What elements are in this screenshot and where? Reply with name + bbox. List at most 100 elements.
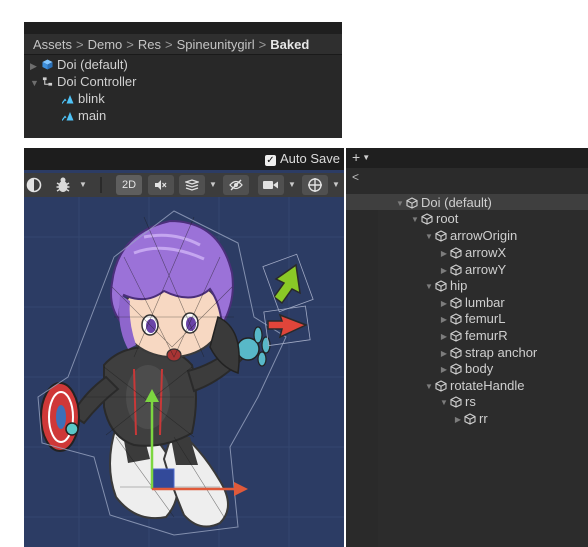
collapse-arrow-icon[interactable]: ▼ [423, 378, 435, 395]
project-item-doi-controller[interactable]: ▼ Doi Controller [30, 73, 136, 90]
hierarchy-item-label: rotateHandle [450, 378, 525, 393]
debug-icon[interactable] [54, 176, 72, 194]
hierarchy-item-label: Doi (default) [421, 195, 492, 210]
hierarchy-item-label: arrowX [465, 245, 507, 260]
gizmos-button[interactable] [302, 175, 328, 195]
audio-mute-icon [155, 180, 167, 190]
gameobject-cube-icon [450, 264, 462, 276]
hierarchy-item-femurl[interactable]: ▶ femurL [438, 310, 506, 328]
gameobject-cube-icon [450, 363, 462, 375]
aim-arrow-red[interactable] [263, 305, 311, 347]
hierarchy-item-label: root [436, 211, 459, 226]
scene-header-bar: ✓ Auto Save [24, 148, 344, 170]
gameobject-cube-icon [435, 280, 447, 292]
project-item-blink[interactable]: blink [62, 90, 105, 107]
breadcrumb-separator: > [126, 37, 134, 52]
effects-toggle-button[interactable] [179, 175, 205, 195]
hierarchy-item-label: lumbar [465, 295, 505, 310]
collapse-arrow-icon[interactable]: ▼ [438, 394, 450, 411]
project-item-label: blink [78, 91, 105, 106]
hierarchy-item-root[interactable]: ▼ root [409, 210, 458, 227]
project-toolbar-strip [24, 22, 342, 34]
back-button[interactable]: < [352, 170, 359, 184]
animation-clip-icon [62, 112, 74, 121]
collapse-arrow-icon[interactable]: ▼ [394, 195, 406, 212]
mode-2d-button[interactable]: 2D [116, 175, 142, 195]
gameobject-cube-icon [450, 396, 462, 408]
collapse-arrow-icon[interactable]: ▼ [409, 211, 421, 228]
expand-arrow-icon[interactable]: ▶ [452, 411, 464, 428]
project-item-label: main [78, 108, 107, 123]
toolbar-divider [100, 177, 102, 193]
breadcrumb-item-assets[interactable]: Assets [33, 37, 72, 52]
hierarchy-toolbar: + ▼ [346, 148, 588, 168]
auto-save-label: Auto Save [280, 151, 340, 166]
audio-toggle-button[interactable] [148, 175, 174, 195]
hierarchy-item-label: strap anchor [465, 345, 538, 360]
hierarchy-item-label: hip [450, 278, 468, 293]
prefab-cube-icon [42, 59, 53, 70]
hierarchy-item-rs[interactable]: ▼ rs [438, 393, 476, 410]
hierarchy-item-arroworigin[interactable]: ▼ arrowOrigin [423, 227, 517, 244]
hierarchy-item-strap-anchor[interactable]: ▶ strap anchor [438, 344, 537, 361]
project-item-main[interactable]: main [62, 107, 106, 124]
collapse-arrow-icon[interactable]: ▼ [423, 278, 435, 295]
camera-settings-button[interactable] [258, 175, 284, 195]
chevron-down-icon[interactable]: ▼ [207, 175, 219, 195]
project-item-doi-default[interactable]: ▶ Doi (default) [30, 56, 128, 73]
hierarchy-item-arrowy[interactable]: ▶ arrowY [438, 261, 506, 278]
hierarchy-item-label: body [465, 361, 494, 376]
gameobject-cube-icon [421, 213, 433, 225]
gameobject-cube-icon [464, 413, 476, 425]
scene-visibility-button[interactable] [223, 175, 249, 195]
gameobject-cube-icon [435, 230, 447, 242]
expand-arrow-icon[interactable]: ▶ [438, 245, 450, 262]
breadcrumb-item-spineunitygirl[interactable]: Spineunitygirl [177, 37, 255, 52]
auto-save-toggle[interactable]: ✓ Auto Save [265, 151, 340, 167]
render-mode-icon[interactable] [26, 177, 42, 193]
gameobject-cube-icon [450, 330, 462, 342]
chevron-down-icon[interactable]: ▼ [286, 175, 298, 195]
hierarchy-item-label: rr [479, 411, 488, 426]
hierarchy-item-rotatehandle[interactable]: ▼ rotateHandle [423, 377, 524, 394]
add-button[interactable]: + ▼ [352, 148, 370, 167]
scene-viewport[interactable] [24, 197, 344, 547]
hierarchy-item-body[interactable]: ▶ body [438, 360, 493, 377]
hierarchy-item-label: femurR [465, 328, 508, 343]
hierarchy-breadcrumb-bar: < [346, 168, 588, 194]
chevron-down-icon[interactable]: ▼ [362, 153, 370, 162]
hierarchy-item-rr[interactable]: ▶ rr [452, 410, 488, 427]
chevron-down-icon[interactable]: ▼ [77, 175, 89, 195]
animation-clip-icon [62, 95, 74, 104]
expand-arrow-icon[interactable]: ▶ [438, 328, 450, 345]
visibility-off-icon [229, 179, 243, 191]
gameobject-cube-icon [435, 380, 447, 392]
camera-icon [263, 181, 278, 189]
hierarchy-item-femurr[interactable]: ▶ femurR [438, 327, 508, 344]
expand-arrow-icon[interactable]: ▶ [438, 361, 450, 378]
gameobject-cube-icon [450, 313, 462, 325]
aim-arrow-green[interactable] [262, 253, 314, 313]
breadcrumb-item-baked[interactable]: Baked [270, 37, 309, 52]
effects-icon [185, 179, 199, 191]
hierarchy-item-doi-default[interactable]: ▼ Doi (default) [394, 194, 492, 211]
gameobject-cube-icon [450, 347, 462, 359]
add-button-label: + [352, 149, 361, 165]
checkbox-checked-icon[interactable]: ✓ [265, 155, 276, 166]
collapse-arrow-icon[interactable]: ▼ [423, 228, 435, 245]
collapse-arrow-icon[interactable]: ▼ [30, 75, 42, 92]
hierarchy-gutter [346, 194, 378, 547]
expand-arrow-icon[interactable]: ▶ [438, 311, 450, 328]
scene-view[interactable]: ✓ Auto Save ▼ 2D ▼ ▼ ▼ [24, 148, 344, 547]
breadcrumb-item-demo[interactable]: Demo [88, 37, 123, 52]
breadcrumb-separator: > [258, 37, 267, 52]
hierarchy-item-arrowx[interactable]: ▶ arrowX [438, 244, 506, 261]
breadcrumb-separator: > [165, 37, 173, 52]
hierarchy-item-label: arrowY [465, 262, 507, 277]
chevron-down-icon[interactable]: ▼ [330, 175, 342, 195]
hierarchy-item-lumbar[interactable]: ▶ lumbar [438, 294, 505, 311]
hierarchy-item-hip[interactable]: ▼ hip [423, 277, 467, 294]
gizmos-icon [308, 178, 322, 192]
breadcrumb-item-res[interactable]: Res [138, 37, 161, 52]
gameobject-cube-icon [450, 297, 462, 309]
